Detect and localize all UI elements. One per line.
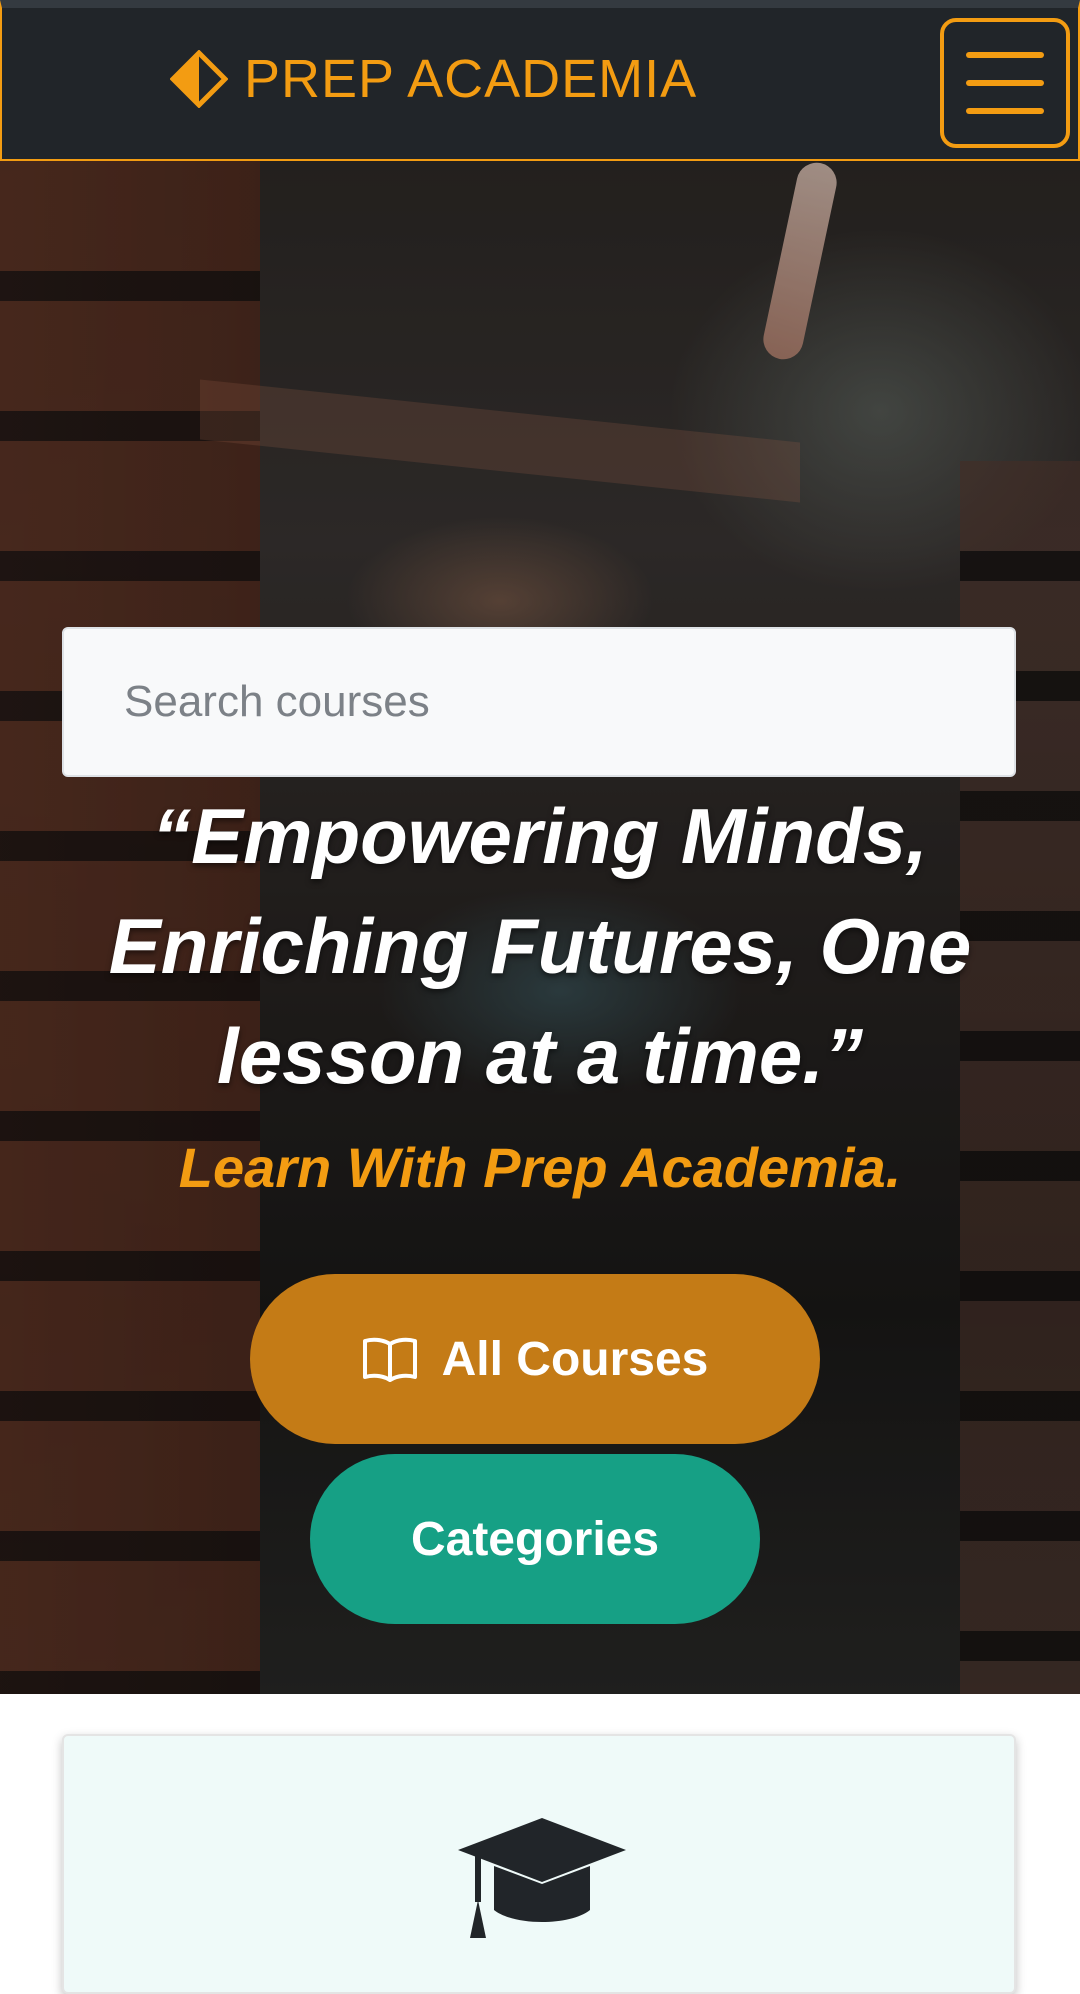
navbar: PREP ACADEMIA [0, 0, 1080, 161]
all-courses-button[interactable]: All Courses [250, 1274, 820, 1444]
search-input[interactable] [62, 627, 1016, 777]
hero-section: “Empowering Minds, Enriching Futures, On… [0, 161, 1080, 1694]
diamond-logo-icon [170, 50, 228, 108]
all-courses-label: All Courses [441, 1332, 709, 1386]
categories-button[interactable]: Categories [310, 1454, 760, 1624]
graduation-cap-icon [458, 1818, 626, 1938]
brand-name: PREP ACADEMIA [244, 49, 698, 109]
brand-link[interactable]: PREP ACADEMIA [170, 50, 697, 108]
hamburger-menu-icon [966, 52, 1044, 58]
hero-quote: “Empowering Minds, Enriching Futures, On… [108, 792, 972, 1100]
menu-toggle-button[interactable] [940, 18, 1070, 148]
categories-label: Categories [410, 1512, 660, 1566]
book-open-icon [362, 1337, 417, 1382]
hero-tagline: Learn With Prep Academia. [178, 1136, 902, 1199]
feature-card [62, 1734, 1016, 1994]
